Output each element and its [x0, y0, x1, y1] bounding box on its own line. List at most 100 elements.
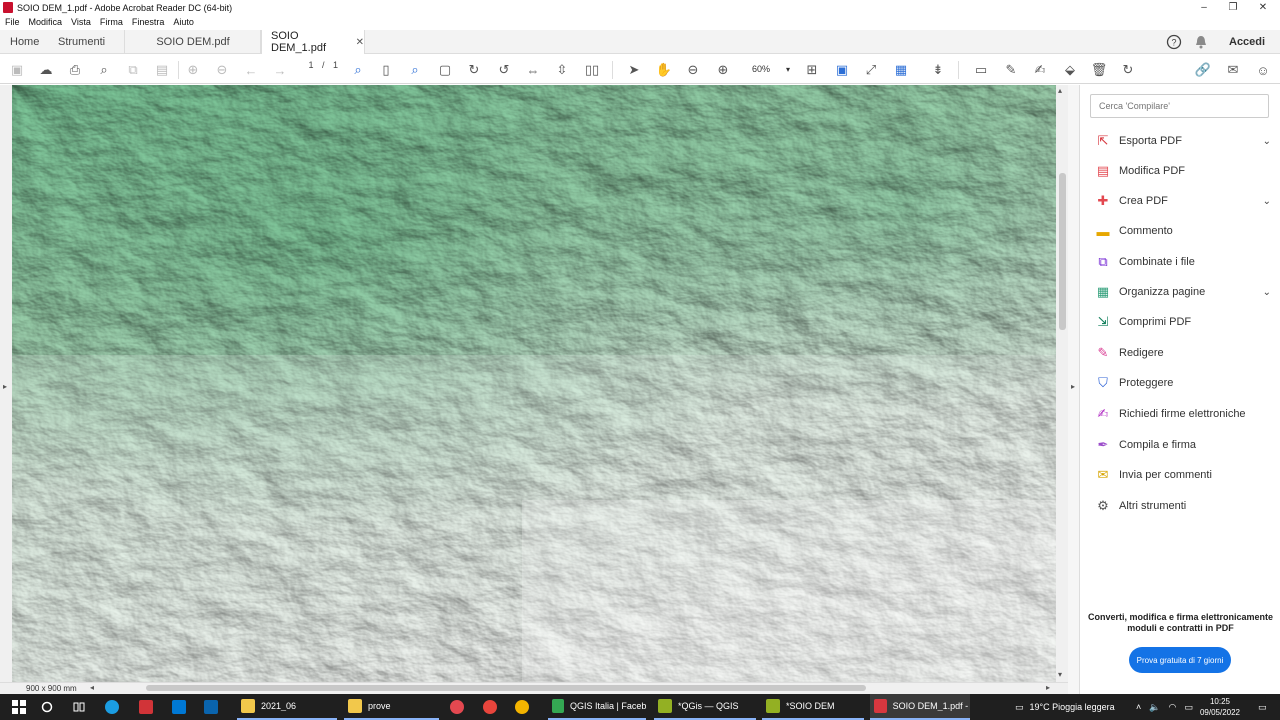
tab-home[interactable]: Home: [10, 30, 39, 54]
tab-doc-soio-dem-1[interactable]: SOIO DEM_1.pdf ✕: [261, 30, 365, 54]
right-panel-toggle[interactable]: ▸: [1068, 85, 1080, 694]
sign-icon[interactable]: ✍: [1030, 60, 1050, 80]
tool-edit-pdf[interactable]: ▤ Modifica PDF: [1095, 160, 1275, 182]
mail-button[interactable]: [204, 694, 224, 720]
page-display-icon[interactable]: ▦: [891, 60, 911, 80]
help-button[interactable]: ?: [1166, 30, 1182, 54]
scroll-left-icon[interactable]: ◂: [90, 683, 94, 692]
zoom-out-icon[interactable]: ⊖: [683, 60, 703, 80]
taskbar-window-5[interactable]: SOIO DEM_1.pdf - ...: [870, 694, 970, 720]
chrome-profile-button[interactable]: [515, 694, 535, 720]
select-cursor-icon[interactable]: ➤: [624, 60, 644, 80]
tool-organize-pages[interactable]: ▦ Organizza pagine ⌄: [1095, 281, 1275, 303]
tool-more-tools[interactable]: ⚙ Altri strumenti: [1095, 495, 1275, 517]
page-current-input[interactable]: 1: [300, 60, 322, 70]
menu-vista[interactable]: Vista: [71, 17, 91, 27]
tool-request-signatures[interactable]: ✍ Richiedi firme elettroniche: [1095, 403, 1275, 425]
taskbar-window-0[interactable]: 2021_06: [237, 694, 337, 720]
notifications-button[interactable]: [1194, 30, 1208, 54]
tool-export-pdf[interactable]: ⇱ Esporta PDF ⌄: [1095, 130, 1275, 152]
task-view-button[interactable]: [73, 694, 85, 720]
dem-hillshade-map[interactable]: [12, 85, 1056, 682]
full-screen-icon[interactable]: ⤢: [861, 60, 881, 80]
tool-create-pdf[interactable]: ✚ Crea PDF ⌄: [1095, 190, 1275, 212]
scroll-up-icon[interactable]: ▴: [1058, 86, 1062, 95]
menu-firma[interactable]: Firma: [100, 17, 123, 27]
email-icon[interactable]: ✉: [1223, 60, 1243, 80]
clock[interactable]: 10:25 09/05/2022: [1196, 696, 1244, 718]
upload-cloud-icon[interactable]: ☁: [36, 60, 56, 80]
close-window-button[interactable]: ✕: [1249, 0, 1277, 15]
tool-compress-pdf[interactable]: ⇲ Comprimi PDF: [1095, 311, 1275, 333]
search-zoom-icon[interactable]: ⌕: [94, 60, 114, 80]
comment-icon[interactable]: ▭: [971, 60, 991, 80]
account-icon[interactable]: ☺: [1253, 60, 1273, 80]
chevron-down-icon[interactable]: ⌄: [1263, 136, 1271, 147]
notifications-center-button[interactable]: ▭: [1258, 694, 1267, 720]
chrome-button[interactable]: [483, 694, 503, 720]
tool-send-comments[interactable]: ✉ Invia per commenti: [1095, 464, 1275, 486]
zoom-in-icon[interactable]: ⊕: [713, 60, 733, 80]
find-text-icon[interactable]: ⌕: [348, 60, 368, 80]
horizontal-scrollbar[interactable]: ◂ ▸: [88, 682, 1056, 694]
zoom-select[interactable]: 60% ▾: [742, 60, 792, 78]
tool-protect-shield[interactable]: ⛉ Proteggere: [1095, 372, 1275, 394]
vertical-scrollbar[interactable]: ▴ ▾: [1056, 85, 1068, 682]
restore-button[interactable]: ❐: [1219, 0, 1247, 15]
menu-finestra[interactable]: Finestra: [132, 17, 165, 27]
tool-redact[interactable]: ✎ Redigere: [1095, 342, 1275, 364]
close-tab-icon[interactable]: ✕: [356, 37, 364, 48]
save-icon[interactable]: ▣: [7, 60, 27, 80]
windows-start-button[interactable]: [12, 694, 26, 720]
menu-file[interactable]: File: [5, 17, 20, 27]
taskbar-window-4[interactable]: *SOIO DEM: [762, 694, 864, 720]
rotate-clockwise-icon[interactable]: ↻: [464, 60, 484, 80]
search-button[interactable]: [41, 694, 53, 720]
chevron-down-icon[interactable]: ⌄: [1263, 196, 1271, 207]
tray-icons[interactable]: ˄ 🔈 ◠ ▭: [1136, 694, 1193, 720]
stamp-icon[interactable]: ⬙: [1060, 60, 1080, 80]
horizontal-scroll-thumb[interactable]: [146, 685, 866, 691]
gift-app-button[interactable]: [139, 694, 159, 720]
tool-combine-files[interactable]: ⧉ Combinate i file: [1095, 251, 1275, 273]
vertical-scroll-thumb[interactable]: [1059, 173, 1066, 330]
export-icon[interactable]: ▢: [435, 60, 455, 80]
print-icon[interactable]: ⎙: [65, 60, 85, 80]
weather-widget[interactable]: ▭ 19°C Pioggia leggera: [1015, 694, 1115, 720]
tool-comment[interactable]: ▬ Commento: [1095, 220, 1275, 242]
minimize-button[interactable]: –: [1190, 0, 1218, 15]
scroll-right-icon[interactable]: ▸: [1046, 683, 1050, 692]
chevron-down-icon[interactable]: ⌄: [1263, 287, 1271, 298]
free-trial-button[interactable]: Prova gratuita di 7 giorni: [1129, 647, 1231, 673]
fit-width-icon[interactable]: ⇔: [523, 60, 543, 80]
fit-visible-icon[interactable]: ▣: [832, 60, 852, 80]
read-mode-icon[interactable]: ⇟: [928, 60, 948, 80]
edge-button[interactable]: [105, 694, 125, 720]
tools-search-input[interactable]: [1090, 94, 1269, 118]
page-view-icon[interactable]: ▯: [376, 60, 396, 80]
rotate-icon[interactable]: ↻: [1118, 60, 1138, 80]
search-document-icon[interactable]: ⌕: [405, 60, 425, 80]
delete-icon[interactable]: 🗑: [1089, 60, 1109, 80]
rotate-counterclockwise-icon[interactable]: ↺: [494, 60, 514, 80]
tab-tools[interactable]: Strumenti: [58, 30, 125, 54]
store-button[interactable]: [172, 694, 192, 720]
taskbar-window-1[interactable]: prove: [344, 694, 439, 720]
taskbar-window-3[interactable]: *QGis — QGIS: [654, 694, 756, 720]
hand-tool-icon[interactable]: ✋: [654, 60, 674, 80]
tool-fill-sign[interactable]: ✒ Compila e firma: [1095, 434, 1275, 456]
share-link-icon[interactable]: 🔗: [1193, 60, 1213, 80]
fit-page-icon[interactable]: ⇳: [552, 60, 572, 80]
left-panel-toggle[interactable]: ▸: [0, 85, 12, 682]
marquee-zoom-icon[interactable]: ⊞: [802, 60, 822, 80]
app-button[interactable]: [450, 694, 470, 720]
highlight-pen-icon[interactable]: ✎: [1001, 60, 1021, 80]
scroll-down-icon[interactable]: ▾: [1058, 670, 1062, 679]
menu-aiuto[interactable]: Aiuto: [173, 17, 194, 27]
signin-button[interactable]: Accedi: [1229, 30, 1265, 54]
folder-icon: [348, 699, 362, 713]
tab-doc-soio-dem[interactable]: SOIO DEM.pdf: [126, 30, 261, 54]
menu-modifica[interactable]: Modifica: [29, 17, 63, 27]
two-page-view-icon[interactable]: ▯▯: [582, 60, 602, 80]
taskbar-window-2[interactable]: QGIS Italia | Facebo...: [548, 694, 646, 720]
